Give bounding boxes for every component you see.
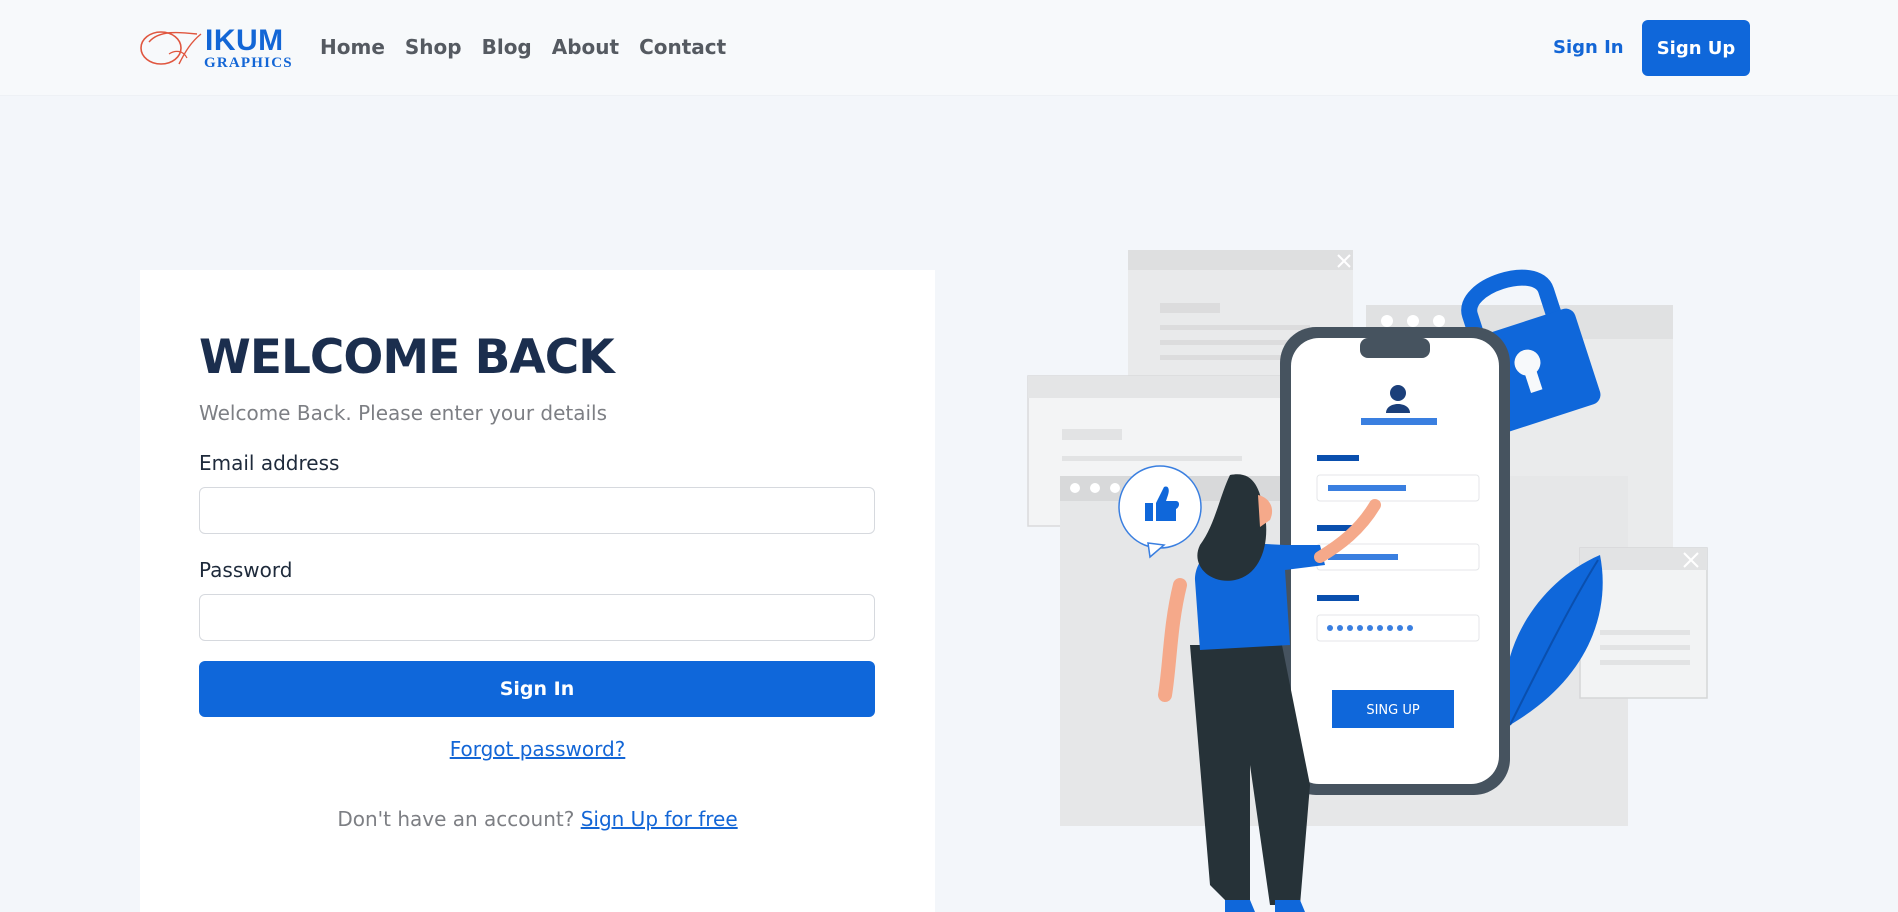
illustration-svg: SING UP	[1027, 250, 1708, 912]
sign-in-button[interactable]: Sign In	[199, 661, 875, 717]
brand-subname: GRAPHICS	[204, 55, 293, 71]
phone-signup-label: SING UP	[1366, 703, 1420, 718]
email-field[interactable]	[199, 487, 875, 534]
nav-sign-in-link[interactable]: Sign In	[1553, 34, 1624, 62]
nav-contact[interactable]: Contact	[639, 33, 726, 61]
nav-about[interactable]: About	[552, 33, 619, 61]
password-field[interactable]	[199, 594, 875, 641]
nav-blog[interactable]: Blog	[482, 33, 532, 61]
password-label: Password	[199, 558, 293, 582]
page-title: WELCOME BACK	[199, 330, 615, 385]
no-account-text: Don't have an account?	[337, 807, 575, 831]
signup-illustration: SING UP	[1020, 245, 1720, 912]
email-label: Email address	[199, 451, 340, 475]
forgot-password-row: Forgot password?	[140, 737, 935, 761]
forgot-password-link[interactable]: Forgot password?	[450, 737, 626, 761]
sign-up-free-link[interactable]: Sign Up for free	[581, 807, 738, 831]
login-card: WELCOME BACK Welcome Back. Please enter …	[140, 270, 935, 912]
page-subtitle: Welcome Back. Please enter your details	[199, 401, 608, 425]
brand-name: IKUM	[205, 24, 284, 57]
navbar: IKUM GRAPHICS Home Shop Blog About Conta…	[0, 0, 1898, 96]
brand-logo[interactable]: IKUM GRAPHICS	[139, 24, 293, 72]
nav-home[interactable]: Home	[320, 33, 385, 61]
main-nav: Home Shop Blog About Contact	[320, 33, 726, 61]
logo-mark-icon	[140, 31, 202, 65]
nav-shop[interactable]: Shop	[405, 33, 462, 61]
nav-sign-up-button[interactable]: Sign Up	[1642, 20, 1750, 76]
signup-prompt: Don't have an account? Sign Up for free	[140, 807, 935, 831]
